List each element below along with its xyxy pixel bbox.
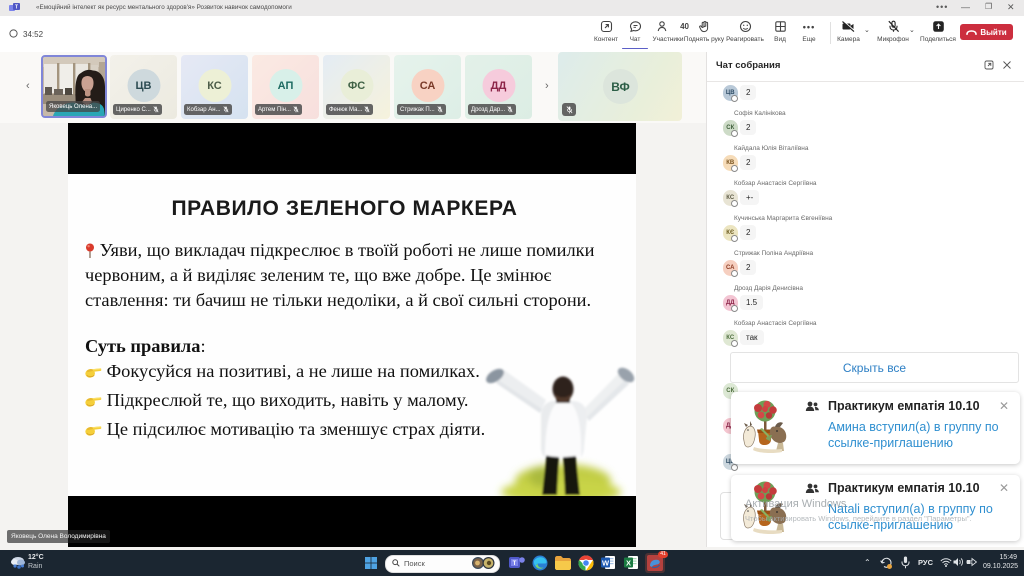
svg-text:W: W xyxy=(602,559,610,568)
svg-text:X: X xyxy=(626,559,631,568)
svg-text:T: T xyxy=(513,561,517,567)
svg-text:T: T xyxy=(15,5,18,11)
